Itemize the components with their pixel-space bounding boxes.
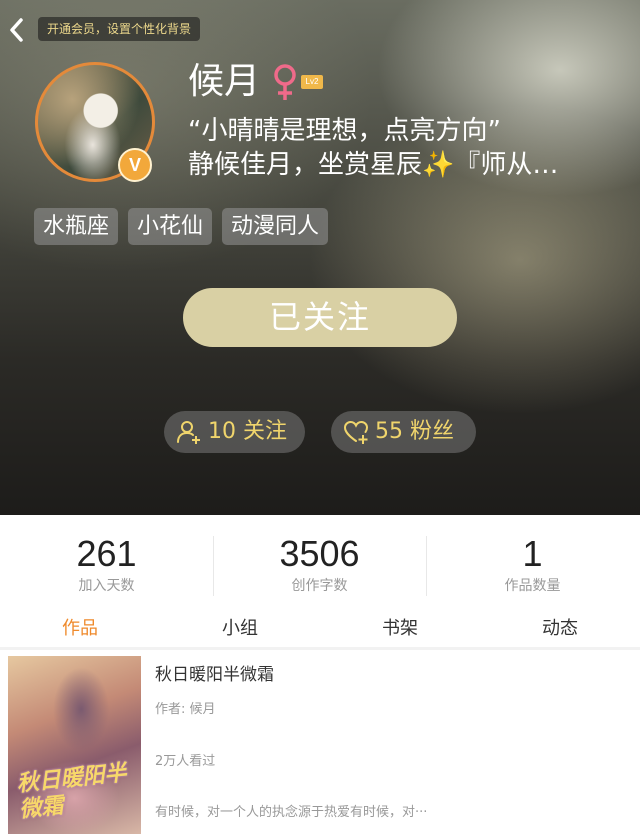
stat-word-count: 3506 创作字数	[213, 532, 426, 602]
vip-background-tip[interactable]: 开通会员，设置个性化背景	[38, 17, 201, 41]
tag-item[interactable]: 水瓶座	[34, 208, 119, 245]
stats-bar: 261 加入天数 3506 创作字数 1 作品数量	[0, 532, 640, 602]
signature-line-2[interactable]: 静候佳月，坐赏星辰✨『师从…	[188, 148, 608, 182]
stat-works-count: 1 作品数量	[426, 532, 639, 602]
tab-works[interactable]: 作品	[0, 612, 160, 646]
work-list-item[interactable]: 秋日暖阳半微霜 秋日暖阳半微霜 作者: 候月 2万人看过 有时候，对一个人的执念…	[0, 650, 640, 837]
back-arrow-icon[interactable]	[6, 16, 28, 44]
tab-bar: 作品 小组 书架 动态	[0, 612, 640, 646]
stat-label: 创作字数	[291, 578, 348, 594]
female-icon	[274, 64, 296, 100]
cover-title-art: 秋日暖阳半微霜	[15, 760, 128, 823]
followed-button[interactable]: 已关注	[183, 288, 457, 347]
stat-label: 加入天数	[78, 578, 135, 594]
following-label: 10 关注	[208, 419, 287, 444]
level-badge: Lv2	[301, 75, 323, 89]
heart-plus-icon	[343, 420, 369, 444]
stat-value: 261	[76, 533, 137, 574]
tag-list: 水瓶座 小花仙 动漫同人	[34, 208, 329, 245]
tag-item[interactable]: 动漫同人	[222, 208, 329, 245]
tag-item[interactable]: 小花仙	[128, 208, 213, 245]
work-description: 有时候，对一个人的执念源于热爱有时候，对···	[155, 805, 428, 820]
fans-label: 55 粉丝	[375, 419, 454, 444]
add-user-icon	[177, 421, 200, 444]
stat-value: 1	[522, 533, 543, 574]
fans-count-button[interactable]: 55 粉丝	[331, 411, 476, 453]
work-views: 2万人看过	[155, 754, 216, 769]
tab-bookshelf[interactable]: 书架	[320, 612, 480, 646]
following-count-button[interactable]: 10 关注	[164, 411, 305, 453]
signature-line-1: “小晴晴是理想，点亮方向”	[188, 116, 501, 146]
work-title[interactable]: 秋日暖阳半微霜	[155, 660, 274, 685]
work-author: 作者: 候月	[155, 702, 216, 717]
stat-label: 作品数量	[504, 578, 561, 594]
stat-value: 3506	[279, 533, 360, 574]
tab-groups[interactable]: 小组	[160, 612, 320, 646]
verified-badge: V	[118, 148, 152, 182]
tab-activity[interactable]: 动态	[480, 612, 640, 646]
stat-join-days: 261 加入天数	[0, 532, 213, 602]
username: 候月	[188, 61, 261, 102]
profile-header: 开通会员，设置个性化背景 V 候月 Lv2 “小晴晴是理想，点亮方向” 静候佳月…	[0, 0, 640, 515]
book-cover[interactable]: 秋日暖阳半微霜	[8, 656, 141, 834]
avatar-container[interactable]: V	[35, 62, 155, 182]
